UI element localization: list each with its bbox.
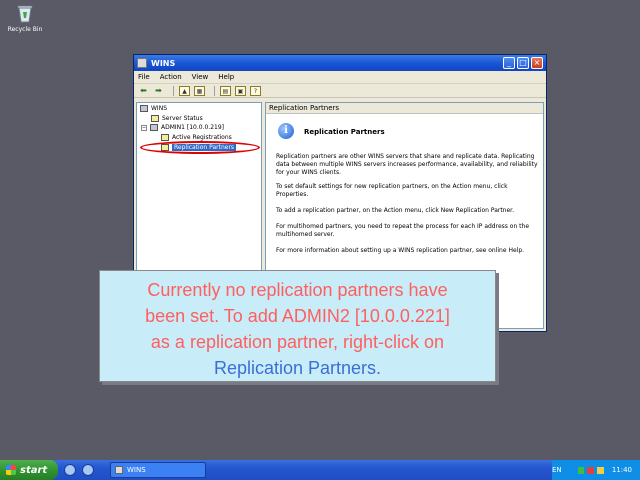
window-title: WINS [151, 58, 176, 68]
wins-app-icon [137, 58, 147, 68]
caption-line: been set. To add ADMIN2 [10.0.0.221] [145, 306, 450, 326]
collapse-icon[interactable]: − [141, 124, 147, 131]
wins-node-icon [140, 105, 148, 112]
up-folder-icon[interactable]: ▲ [179, 85, 190, 96]
details-paragraph: For more information about setting up a … [276, 247, 525, 254]
tree-item-server-status[interactable]: Server Status [151, 115, 203, 122]
registrations-node-icon [161, 134, 169, 141]
details-header: Replication Partners [266, 103, 543, 114]
tree-item-wins[interactable]: WINS [140, 105, 167, 112]
details-title: Replication Partners [304, 128, 385, 136]
status-node-icon [151, 115, 159, 122]
taskbar: start WINS EN 11:40 [0, 460, 640, 480]
details-paragraph: Replication partners are other WINS serv… [276, 153, 538, 176]
menu-help[interactable]: Help [218, 73, 234, 81]
quicklaunch-ie-icon[interactable] [82, 464, 94, 476]
taskbar-item-wins[interactable]: WINS [110, 462, 206, 478]
caption-line: as a replication partner, right-click on [150, 332, 445, 352]
menu-action[interactable]: Action [160, 73, 182, 81]
forward-arrow-icon[interactable]: ➡ [153, 86, 164, 96]
taskbar-item-label: WINS [127, 466, 146, 474]
toolbar: ⬅ ➡ ▲ ▦ ▤ ▣ ? [134, 84, 546, 98]
tray-app-icon[interactable] [577, 466, 585, 474]
start-label: start [20, 464, 48, 476]
details-paragraph: To add a replication partner, on the Act… [276, 207, 515, 214]
help-icon[interactable]: ? [250, 85, 261, 96]
back-arrow-icon[interactable]: ⬅ [138, 86, 149, 96]
properties-icon[interactable]: ▣ [235, 85, 246, 96]
show-tree-icon[interactable]: ▦ [194, 85, 205, 96]
tree-item-active-registrations[interactable]: Active Registrations [161, 134, 232, 141]
recycle-bin-label: Recycle Bin [7, 26, 43, 33]
info-icon: i [278, 123, 294, 139]
quicklaunch-desktop-icon[interactable] [64, 464, 76, 476]
details-paragraph: For multihomed partners, you need to rep… [276, 223, 530, 238]
export-list-icon[interactable]: ▤ [220, 85, 231, 96]
windows-logo-icon [6, 465, 16, 475]
wins-task-icon [115, 466, 123, 474]
maximize-icon[interactable]: □ [517, 57, 529, 69]
tree-item-admin1[interactable]: − ADMIN1 [10.0.0.219] [141, 124, 224, 131]
toolbar-separator [173, 85, 174, 96]
menu-bar: File Action View Help [134, 71, 546, 84]
caption-line: Currently no replication partners have [147, 280, 448, 300]
recycle-bin[interactable]: Recycle Bin [4, 2, 46, 33]
close-icon[interactable]: × [531, 57, 543, 69]
system-tray: EN 11:40 [552, 460, 640, 480]
annotation-ring [140, 141, 260, 154]
language-indicator[interactable]: EN [552, 466, 562, 474]
menu-view[interactable]: View [192, 73, 209, 81]
tray-app-icon[interactable] [587, 466, 595, 474]
clock[interactable]: 11:40 [612, 466, 632, 474]
tray-app-icon[interactable] [597, 466, 604, 474]
menu-file[interactable]: File [138, 73, 150, 81]
recycle-bin-icon [14, 2, 36, 24]
details-paragraph: To set default settings for new replicat… [276, 183, 508, 198]
tutorial-caption: Currently no replication partners have b… [99, 270, 496, 382]
caption-highlight: Replication Partners. [213, 358, 382, 378]
server-node-icon [150, 124, 158, 131]
minimize-icon[interactable]: _ [503, 57, 515, 69]
toolbar-separator [214, 85, 215, 96]
window-titlebar[interactable]: WINS _ □ × [134, 55, 546, 71]
start-button[interactable]: start [0, 460, 58, 480]
